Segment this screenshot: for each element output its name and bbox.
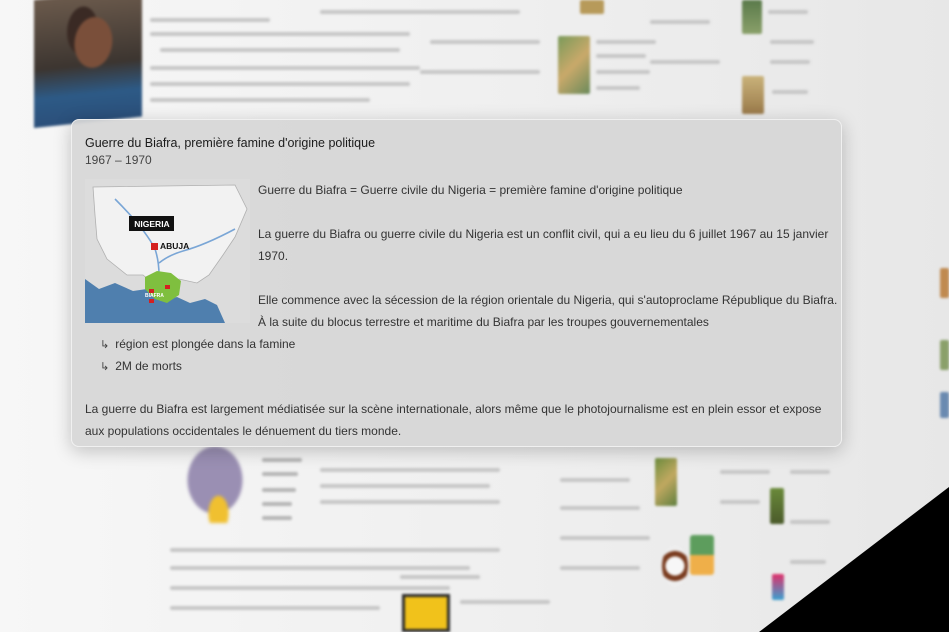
paragraph-media-line-2: aux populations occidentales le dénuemen… <box>85 424 402 438</box>
background-text-line <box>400 575 480 579</box>
background-text-line <box>150 66 420 70</box>
background-text-line <box>170 566 470 570</box>
nepad-logo-icon <box>690 535 714 575</box>
background-text-line <box>170 606 380 610</box>
paragraph-media-line-1: La guerre du Biafra est largement médiat… <box>85 402 822 416</box>
background-text-line <box>596 86 640 90</box>
consequence-deaths: ↳ 2M de morts <box>100 359 182 373</box>
background-text-line <box>150 82 410 86</box>
background-image-thumbnail <box>940 392 949 418</box>
background-text-line <box>772 90 808 94</box>
background-text-line <box>262 458 302 462</box>
background-text-line <box>596 40 656 44</box>
background-text-line <box>320 468 500 472</box>
background-text-line <box>150 18 270 22</box>
background-text-line <box>170 548 500 552</box>
background-text-line <box>320 500 500 504</box>
nigeria-map-svg <box>85 179 250 323</box>
event-popup-card[interactable]: Guerre du Biafra, première famine d'orig… <box>71 119 842 447</box>
background-text-line <box>262 488 296 492</box>
paragraph-secession-line-1: Elle commence avec la sécession de la ré… <box>258 293 838 307</box>
background-text-line <box>770 60 810 64</box>
portrait-photo <box>34 0 142 128</box>
paragraph-dates-line-1: La guerre du Biafra ou guerre civile du … <box>258 227 829 241</box>
map-region-label: BIAFRA <box>145 293 164 299</box>
background-text-line <box>150 32 410 36</box>
africa-map-thumbnail <box>180 445 250 523</box>
background-map-thumbnail <box>558 36 590 94</box>
event-title: Guerre du Biafra, première famine d'orig… <box>85 136 376 150</box>
paragraph-secession-line-2: À la suite du blocus terrestre et mariti… <box>258 315 709 329</box>
background-image-thumbnail <box>742 76 764 114</box>
background-image-thumbnail <box>580 0 604 14</box>
consequence-famine: ↳ région est plongée dans la famine <box>100 337 295 351</box>
consequence-deaths-text: 2M de morts <box>115 359 182 373</box>
background-image-thumbnail <box>940 268 949 298</box>
background-text-line <box>596 54 646 58</box>
background-text-line <box>560 536 650 540</box>
map-capital-label: ABUJA <box>160 241 190 251</box>
background-text-line <box>420 70 540 74</box>
paragraph-dates-line-2: 1970. <box>258 249 289 263</box>
dark-corner-shadow <box>759 487 949 632</box>
return-arrow-icon: ↳ <box>100 360 110 373</box>
background-text-line <box>768 10 808 14</box>
background-text-line <box>650 20 710 24</box>
consequence-famine-text: région est plongée dans la famine <box>115 337 296 351</box>
background-text-line <box>262 502 292 506</box>
background-map-thumbnail <box>655 458 677 506</box>
nigeria-map-image: NIGERIA ABUJA BIAFRA <box>85 179 250 323</box>
paragraph-definition: Guerre du Biafra = Guerre civile du Nige… <box>258 183 683 197</box>
background-text-line <box>720 470 770 474</box>
africa-logo-icon <box>662 545 688 587</box>
background-text-line <box>320 484 490 488</box>
background-text-line <box>560 478 630 482</box>
background-text-line <box>596 70 650 74</box>
background-text-line <box>262 516 292 520</box>
paragraph-media-coverage: La guerre du Biafra est largement médiat… <box>85 398 825 442</box>
background-text-line <box>460 600 550 604</box>
background-text-line <box>560 506 640 510</box>
background-text-line <box>170 586 450 590</box>
background-text-line <box>650 60 720 64</box>
background-text-line <box>790 470 830 474</box>
background-text-line <box>560 566 640 570</box>
background-text-line <box>430 40 540 44</box>
book-cover-thumbnail <box>402 594 450 632</box>
background-image-thumbnail <box>940 340 949 370</box>
background-image-thumbnail <box>742 0 762 34</box>
background-text-line <box>720 500 760 504</box>
background-text-line <box>150 98 370 102</box>
background-text-line <box>770 40 814 44</box>
event-dates: 1967 – 1970 <box>85 153 152 167</box>
background-text-line <box>160 48 400 52</box>
background-text-line <box>262 472 298 476</box>
background-text-line <box>320 10 520 14</box>
map-country-label: NIGERIA <box>134 219 170 229</box>
return-arrow-icon: ↳ <box>100 338 110 351</box>
